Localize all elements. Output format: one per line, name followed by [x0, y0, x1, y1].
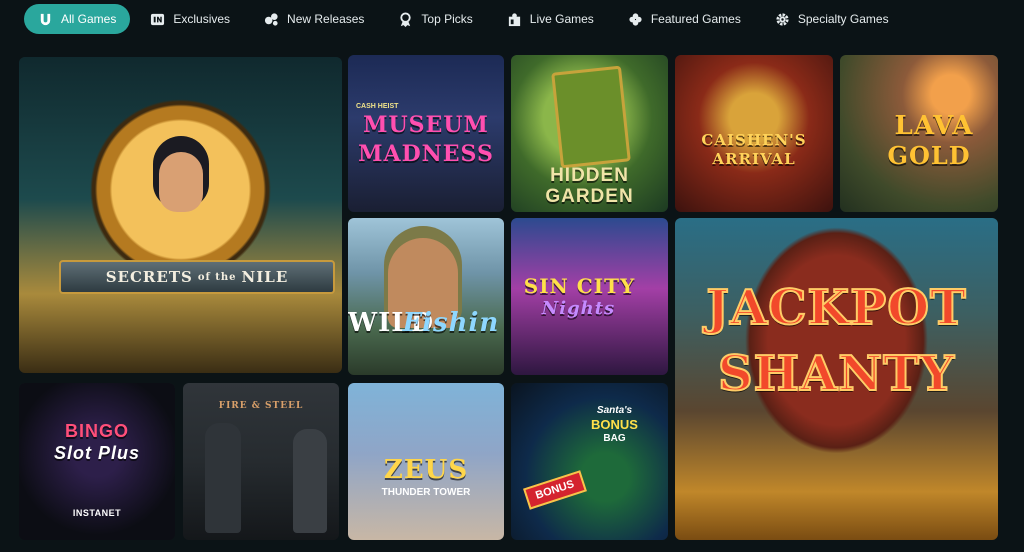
game-title-line-1: MUSEUM [363, 112, 489, 138]
title-word-3: NILE [241, 268, 289, 286]
game-tile-lava-gold[interactable]: LAVA GOLD [840, 55, 998, 212]
game-tile-fire-and-steel[interactable]: FIRE & STEEL [183, 383, 339, 540]
game-title-line-1: HIDDEN [550, 165, 629, 186]
game-tile-secrets-of-the-nile[interactable]: SECRETS of the NILE [19, 57, 342, 373]
game-title-line-1: SIN CITY [523, 274, 636, 298]
game-title-line-2: ARRIVAL [712, 150, 796, 168]
game-subtitle: CASH HEIST [356, 103, 399, 110]
game-title-line-2: Slot Plus [53, 443, 140, 463]
game-tile-museum-madness[interactable]: CASH HEIST MUSEUM MADNESS [348, 55, 504, 212]
game-title: FIRE & STEEL [218, 401, 304, 411]
game-tile-bingo-slot-plus[interactable]: BINGO Slot Plus INSTANET [19, 383, 175, 540]
game-title-line-2: Nights [541, 298, 616, 319]
pharaoh-face-art [159, 152, 203, 212]
game-tile-jackpot-shanty[interactable]: JACKPOT SHANTY [675, 218, 998, 540]
title-banner: SECRETS of the NILE [59, 260, 335, 294]
game-title-line-2: Fishin [402, 308, 500, 338]
game-tile-zeus-thunder-tower[interactable]: ZEUS THUNDER TOWER [348, 383, 504, 540]
title-word-2: of the [197, 271, 237, 283]
game-tile-wild-fishin[interactable]: WILD Fishin [348, 218, 504, 375]
knight-art [205, 423, 241, 533]
game-tile-santas-bonus-bag[interactable]: Santa's BONUS BAG BONUS [511, 383, 668, 540]
game-grid: SECRETS of the NILE CASH HEIST MUSEUM MA… [0, 0, 1024, 552]
knight-art [293, 429, 327, 533]
title-word-1: SECRETS [105, 268, 193, 286]
game-title-line-1: ZEUS [383, 455, 469, 485]
game-title-line-2: GOLD [887, 141, 971, 170]
game-title-line-3: BAG [603, 433, 626, 444]
game-title-line-2: SHANTY [717, 345, 956, 403]
game-tile-hidden-garden[interactable]: HIDDEN GARDEN [511, 55, 668, 212]
game-title-line-1: CAISHEN'S [701, 131, 807, 149]
game-title-line-1: Santa's [596, 405, 633, 416]
game-tile-caishens-arrival[interactable]: CAISHEN'S ARRIVAL [675, 55, 833, 212]
game-title-line-1: JACKPOT [705, 279, 967, 337]
provider-label: INSTANET [72, 508, 122, 518]
game-title-line-2: BONUS [591, 417, 638, 432]
game-tile-sin-city-nights[interactable]: SIN CITY Nights [511, 218, 668, 375]
game-title-line-1: LAVA [894, 111, 974, 141]
game-title-line-2: THUNDER TOWER [381, 487, 471, 498]
game-title-line-1: BINGO [64, 421, 129, 441]
book-art [551, 65, 631, 169]
game-art [19, 57, 342, 373]
game-title-line-2: MADNESS [358, 141, 494, 167]
game-title-line-2: GARDEN [545, 186, 634, 207]
